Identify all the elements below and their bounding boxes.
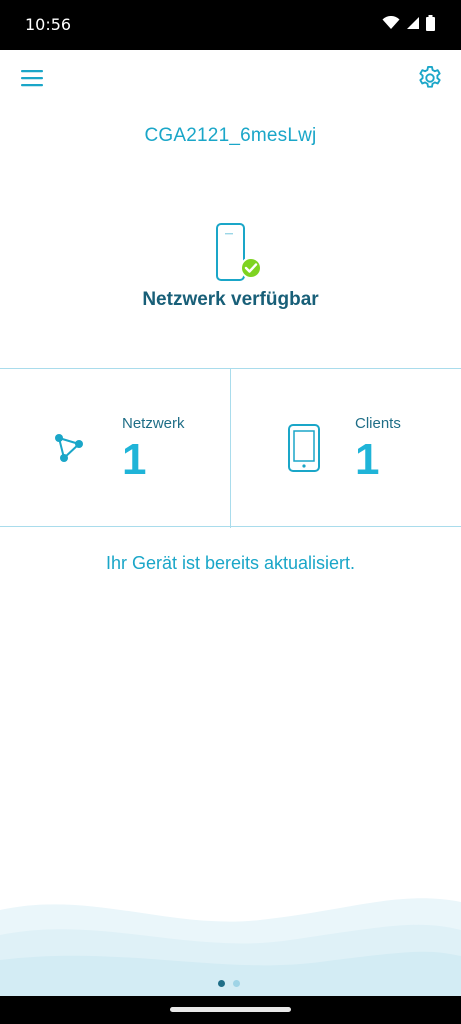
network-nodes-icon <box>55 434 83 462</box>
battery-icon <box>426 15 435 31</box>
clients-stat-label: Clients <box>355 415 401 432</box>
status-time: 10:56 <box>25 15 72 34</box>
phone-icon <box>288 424 320 472</box>
system-nav-bar <box>0 996 461 1024</box>
cell-signal-icon <box>407 17 419 29</box>
home-gesture-pill[interactable] <box>170 1007 291 1012</box>
clients-stat-value: 1 <box>355 435 380 484</box>
menu-button[interactable] <box>18 64 46 92</box>
settings-button[interactable] <box>416 64 444 92</box>
phone-check-icon <box>216 223 262 281</box>
page-dot[interactable] <box>233 980 240 987</box>
menu-icon <box>21 70 43 87</box>
app-bar <box>0 50 461 106</box>
page-indicator[interactable] <box>218 980 240 987</box>
status-icons <box>382 15 435 31</box>
network-stat-value: 1 <box>122 435 147 484</box>
update-status-message: Ihr Gerät ist bereits aktualisiert. <box>105 553 356 573</box>
page-dot-active[interactable] <box>218 980 225 987</box>
status-bar: 10:56 <box>0 0 461 50</box>
stats-grid: Netzwerk 1 Clients 1 <box>0 368 461 528</box>
network-status-icon <box>210 220 266 286</box>
network-status-label: Netzwerk verfügbar <box>142 289 319 310</box>
wifi-icon <box>382 16 400 29</box>
network-stat-label: Netzwerk <box>122 415 185 432</box>
network-stat-card[interactable]: Netzwerk 1 <box>0 369 230 527</box>
device-name: CGA2121_6mesLwj <box>144 125 317 146</box>
clients-stat-card[interactable]: Clients 1 <box>231 369 461 527</box>
gear-icon <box>419 65 441 88</box>
